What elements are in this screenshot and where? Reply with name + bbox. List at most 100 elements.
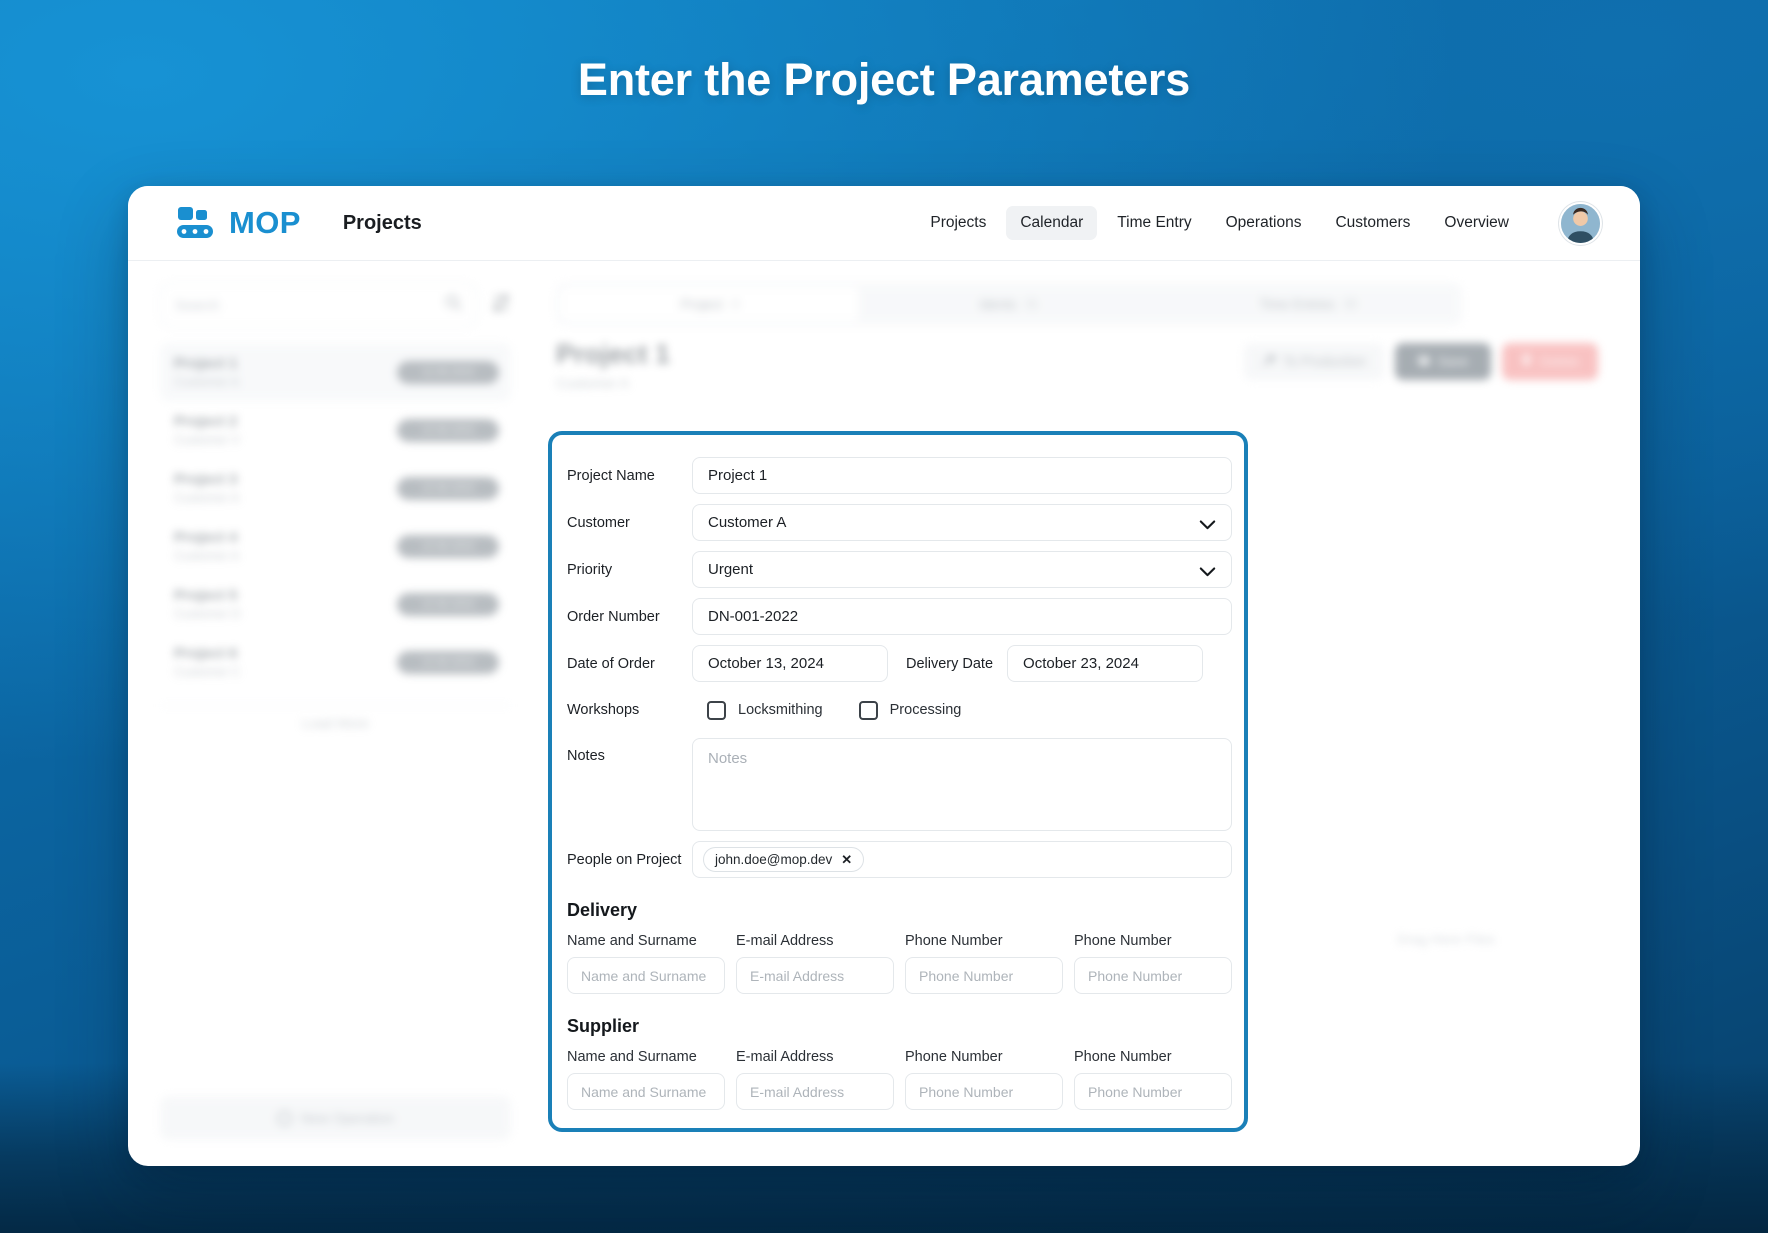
list-item[interactable]: Project 4 Customer A 12.06.2023 [160,517,511,575]
project-date-badge: 12.06.2023 [397,360,499,384]
delete-label: Delete [1539,354,1580,369]
user-avatar[interactable] [1559,201,1602,245]
list-item[interactable]: Project 2 Customer V 12.06.2023 [160,401,511,459]
delete-button[interactable]: Delete [1502,343,1598,380]
delivery-phone2-input[interactable]: Phone Number [1074,957,1232,994]
project-customer: Customer A [174,549,240,563]
list-item[interactable]: Project 1 Customer A 12.06.2023 [160,343,511,401]
plus-circle-icon [276,1110,292,1126]
list-item[interactable]: Project 3 Customer A 12.06.2023 [160,459,511,517]
tab-time-entries[interactable]: Time Entries 30 [1159,287,1458,321]
supplier-name-input[interactable]: Name and Surname [567,1073,725,1110]
nav-item-overview[interactable]: Overview [1430,206,1523,240]
supplier-email-label: E-mail Address [736,1049,834,1065]
project-name-label: Project Name [567,467,655,484]
tab-idents[interactable]: Idents 31 [859,287,1158,321]
field-people-on-project: People on Project john.doe@mop.dev ✕ [564,841,1232,878]
nav-item-time-entry[interactable]: Time Entry [1103,206,1205,240]
top-navigation-bar: MOP Projects Projects Calendar Time Entr… [128,186,1640,261]
sidebar-search-row: Search [160,283,511,327]
app-window: MOP Projects Projects Calendar Time Entr… [128,186,1640,1166]
supplier-phone2-input[interactable]: Phone Number [1074,1073,1232,1110]
person-chip-label: john.doe@mop.dev [715,852,833,867]
save-label: Save [1437,354,1469,369]
checkbox-label: Locksmithing [738,702,823,718]
supplier-phone1-input[interactable]: Phone Number [905,1073,1063,1110]
project-customer: Customer C [174,665,241,679]
new-operation-button[interactable]: New Operation [160,1096,511,1140]
chevron-down-icon [1199,564,1216,576]
checkbox-processing[interactable]: Processing [858,700,962,720]
search-input[interactable]: Search [160,283,477,327]
customer-select[interactable]: Customer A [692,504,1232,541]
chevron-down-icon [1199,517,1216,529]
workshops-label: Workshops [567,702,640,718]
field-project-name: Project Name Project 1 [564,457,1232,494]
date-of-order-input[interactable]: October 13, 2024 [692,645,888,682]
customer-value: Customer A [708,514,787,531]
delivery-section-title: Delivery [567,900,638,920]
priority-value: Urgent [708,561,754,578]
project-customer: Customer A [174,375,240,389]
nav-item-customers[interactable]: Customers [1321,206,1424,240]
trash-icon [1521,354,1532,369]
field-order-number: Order Number DN-001-2022 [564,598,1232,635]
supplier-section-title: Supplier [567,1016,640,1036]
field-notes: Notes Notes [564,738,1232,831]
supplier-name-label: Name and Surname [567,1049,697,1065]
brand-logo[interactable]: MOP [176,205,301,241]
delivery-name-input[interactable]: Name and Surname [567,957,725,994]
delivery-email-label: E-mail Address [736,933,834,949]
project-title: Project 4 [174,529,238,546]
tab-label: Idents [979,296,1017,312]
drop-zone-hint: Drag Here Files [1396,931,1496,947]
page-title: Projects [342,211,422,234]
checkbox-label: Processing [889,702,962,718]
supplier-email-input[interactable]: E-mail Address [736,1073,894,1110]
nav-item-operations[interactable]: Operations [1212,206,1316,240]
delivery-date-input[interactable]: October 23, 2024 [1007,645,1204,682]
project-customer: Customer A [174,491,240,505]
customer-label: Customer [567,514,630,531]
project-name-input[interactable]: Project 1 [692,457,1232,494]
person-chip[interactable]: john.doe@mop.dev ✕ [703,847,865,872]
checkbox-locksmithing[interactable]: Locksmithing [707,700,823,720]
delivery-email-input[interactable]: E-mail Address [736,957,894,994]
project-title: Project 3 [174,471,238,488]
list-item[interactable]: Project 5 Customer D 12.06.2023 [160,575,511,633]
delivery-phone1-input[interactable]: Phone Number [905,957,1063,994]
priority-select[interactable]: Urgent [692,551,1232,588]
save-button[interactable]: Save [1395,343,1491,380]
load-more-button[interactable]: Load More [160,705,511,739]
people-on-project-label: People on Project [567,851,682,868]
tab-project[interactable]: Project 4 [560,287,860,321]
tab-count: 31 [1025,297,1039,311]
new-operation-label: New Operation [300,1110,395,1126]
nav-item-projects[interactable]: Projects [916,206,1000,240]
delivery-phone1-label: Phone Number [905,933,1003,949]
people-on-project-input[interactable]: john.doe@mop.dev ✕ [692,841,1232,878]
project-date-badge: 12.06.2023 [397,650,499,674]
delivery-phone2-label: Phone Number [1074,933,1172,949]
project-date-badge: 12.06.2023 [397,476,499,500]
nav-item-calendar[interactable]: Calendar [1006,206,1098,240]
priority-label: Priority [567,561,613,578]
field-customer: Customer Customer A [564,504,1232,541]
notes-textarea[interactable]: Notes [692,738,1232,831]
tab-count: 30 [1343,297,1358,311]
sort-icon[interactable] [491,292,511,319]
list-item[interactable]: Project 6 Customer C 12.06.2023 [160,633,511,691]
to-production-button[interactable]: To Production [1244,343,1384,380]
nav-menu: Projects Calendar Time Entry Operations … [916,201,1602,245]
tab-label: Project [680,296,723,312]
page-headline: Enter the Project Parameters [577,54,1191,105]
wrench-icon [1262,354,1276,370]
projects-sidebar: Search Project 1 Customer A 12.06.2023 P… [128,261,536,1166]
project-date-badge: 12.06.2023 [397,592,499,616]
project-customer: Customer D [174,607,241,621]
order-number-input[interactable]: DN-001-2022 [692,598,1232,635]
field-priority: Priority Urgent [564,551,1232,588]
project-detail-customer: Customer A [556,375,630,391]
delivery-name-label: Name and Surname [567,933,697,949]
close-icon[interactable]: ✕ [841,852,852,868]
